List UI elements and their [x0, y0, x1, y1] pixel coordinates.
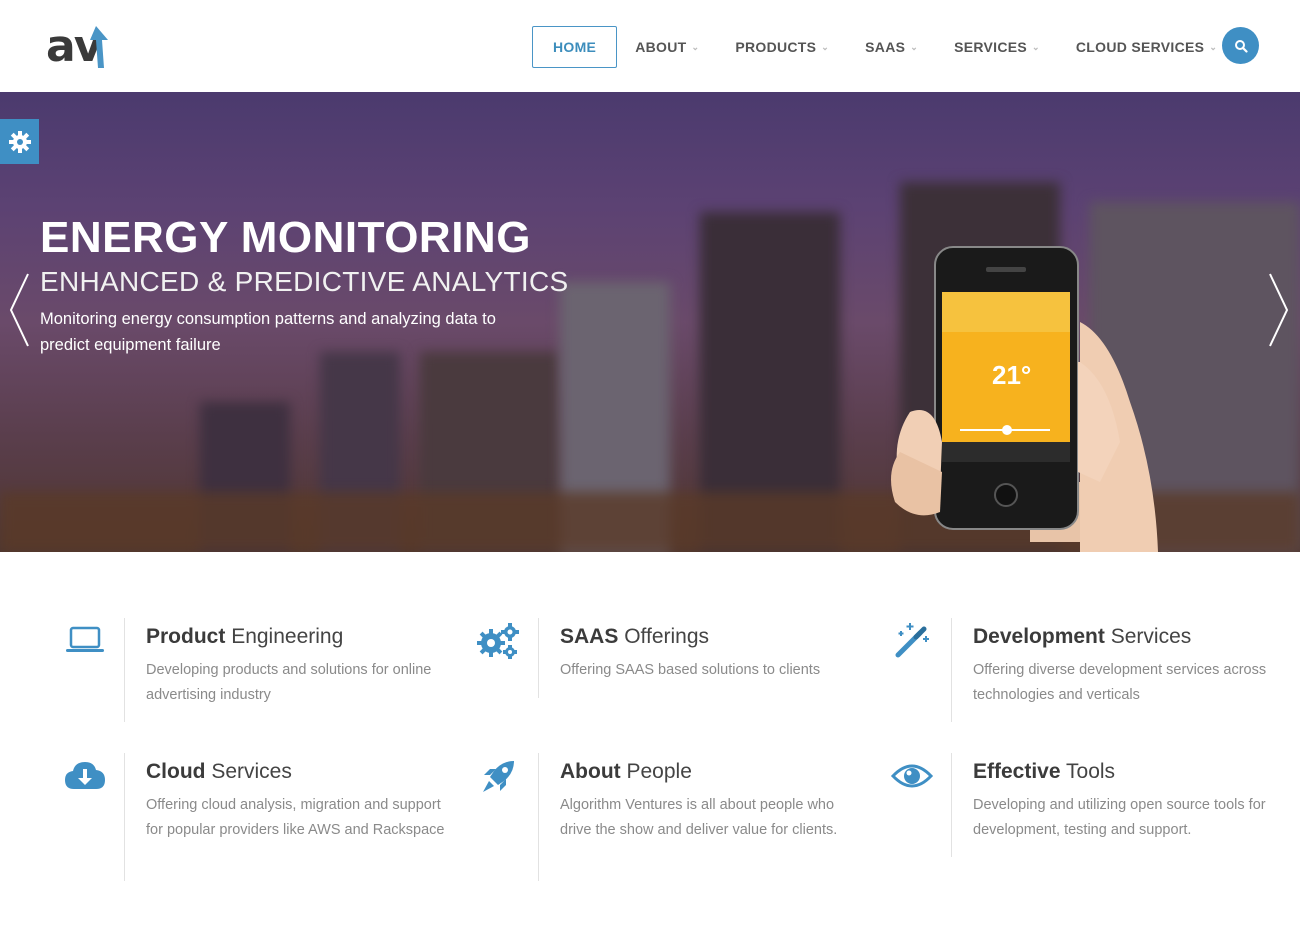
feature-divider: [538, 618, 539, 698]
feature-title: SAAS Offerings: [560, 625, 710, 648]
nav-item-label: SAAS: [865, 39, 906, 55]
nav-item-products[interactable]: PRODUCTS ⌄: [735, 26, 829, 68]
feature-title: Effective Tools: [973, 760, 1116, 783]
feature-description: Developing products and solutions for on…: [146, 662, 432, 703]
slider-next-icon[interactable]: [1266, 272, 1290, 348]
nav-item-label: ABOUT: [635, 39, 687, 55]
nav-item-about[interactable]: ABOUT ⌄: [635, 26, 699, 68]
nav-item-cloud-services[interactable]: CLOUD SERVICES ⌄: [1076, 26, 1217, 68]
feature-divider: [538, 753, 539, 881]
search-button[interactable]: [1222, 27, 1259, 64]
nav-item-label: CLOUD SERVICES: [1075, 39, 1205, 55]
feature-divider: [951, 618, 952, 722]
gears-icon: [476, 618, 522, 664]
phone-temperature: 21°: [992, 360, 1031, 390]
laptop-icon: [62, 618, 108, 664]
hero-description: Monitoring energy consumption patterns a…: [40, 310, 496, 354]
phone-illustration: 21°: [880, 242, 1170, 552]
nav-item-label: PRODUCTS: [735, 39, 817, 55]
feature-divider: [951, 753, 952, 857]
feature-divider: [124, 618, 125, 722]
main-nav: HOME ABOUT ⌄ PRODUCTS ⌄ SAAS ⌄ SERVICES …: [532, 26, 1217, 68]
slider-prev-icon[interactable]: [8, 272, 32, 348]
feature-divider: [124, 753, 125, 881]
feature-title: About People: [560, 760, 692, 783]
feature-description: Offering diverse development services ac…: [973, 662, 1267, 703]
feature-description: Algorithm Ventures is all about people w…: [560, 797, 838, 838]
chevron-down-icon: ⌄: [691, 41, 700, 52]
nav-item-label: SERVICES: [954, 39, 1028, 55]
feature-description: Offering SAAS based solutions to clients: [560, 662, 821, 678]
magic-wand-icon: [889, 618, 935, 664]
hero-title: ENERGY MONITORING: [40, 213, 531, 262]
site-header: av HOME ABOUT ⌄ PRODUCTS ⌄ SAAS ⌄ SERVIC…: [0, 0, 1300, 92]
settings-tab[interactable]: [0, 119, 39, 164]
chevron-down-icon: ⌄: [1209, 41, 1218, 52]
feature-title: Development Services: [973, 625, 1192, 648]
site-logo[interactable]: av: [46, 22, 116, 72]
rocket-icon: [476, 753, 522, 799]
feature-title: Cloud Services: [146, 760, 292, 783]
feature-title: Product Engineering: [146, 625, 344, 648]
hand-phone-image: 21°: [891, 246, 1158, 552]
chevron-down-icon: ⌄: [910, 41, 919, 52]
cloud-download-icon: [62, 753, 108, 799]
eye-icon: [889, 753, 935, 799]
logo-arrow-icon: [90, 26, 108, 68]
chevron-down-icon: ⌄: [1032, 41, 1040, 52]
nav-item-saas[interactable]: SAAS ⌄: [865, 26, 918, 68]
feature-description: Developing and utilizing open source too…: [973, 797, 1266, 838]
feature-description: Offering cloud analysis, migration and s…: [146, 797, 445, 838]
nav-item-label: HOME: [553, 39, 597, 55]
hero-subtitle: ENHANCED & PREDICTIVE ANALYTICS: [40, 266, 569, 297]
nav-item-services[interactable]: SERVICES ⌄: [954, 26, 1040, 68]
nav-item-home[interactable]: HOME: [532, 26, 618, 68]
chevron-down-icon: ⌄: [821, 41, 830, 52]
gear-icon: [8, 130, 31, 153]
search-icon: [1234, 39, 1248, 53]
hero-slider: ENERGY MONITORING ENHANCED & PREDICTIVE …: [0, 92, 1300, 552]
